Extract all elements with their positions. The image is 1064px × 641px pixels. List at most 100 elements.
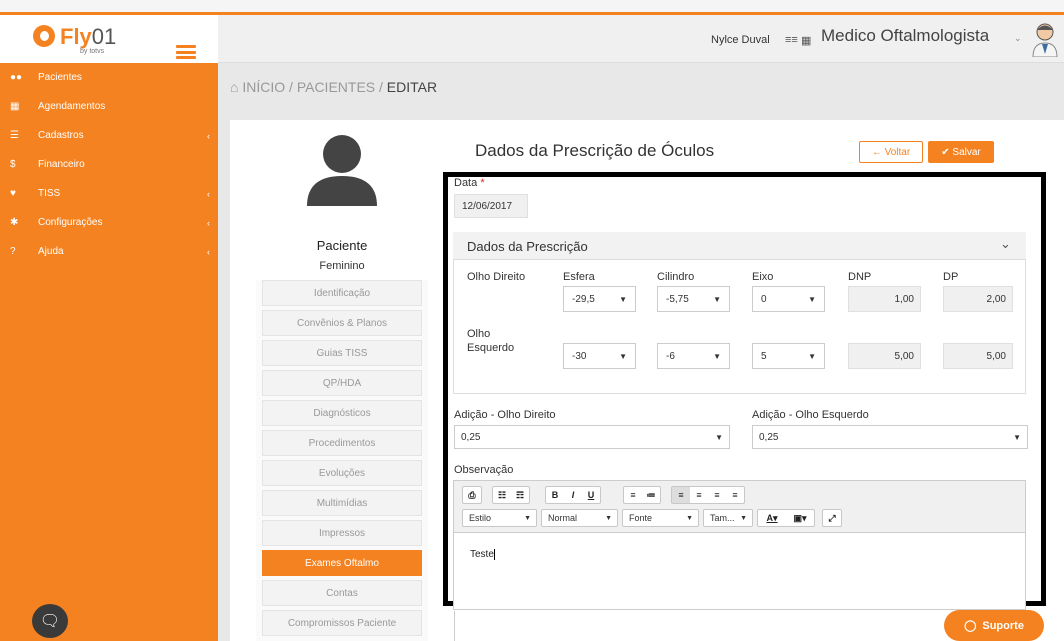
sidebar-item-label: Configurações (38, 217, 103, 228)
sidebar-item-label: Agendamentos (38, 101, 106, 112)
sidebar-item-agendamentos[interactable]: ▦ Agendamentos (0, 92, 218, 121)
tab-contas[interactable]: Contas (262, 580, 422, 606)
od-esfera-select[interactable]: -29,5 ▼ (563, 286, 636, 312)
format-combo[interactable]: Normal ▼ (541, 509, 618, 527)
logo-text: Fly01 (60, 24, 117, 49)
maximize-icon[interactable]: ⤢ (823, 510, 841, 526)
paste-text-icon[interactable]: ☶ (511, 487, 529, 503)
oe-cilindro-select[interactable]: -6 ▼ (657, 343, 730, 369)
style-combo[interactable]: Estilo ▼ (462, 509, 537, 527)
role-selector[interactable]: Medico Oftalmologista (821, 26, 989, 46)
check-icon: ✔ (941, 146, 953, 158)
font-combo[interactable]: Fonte ▼ (622, 509, 699, 527)
tab-impressos[interactable]: Impressos (262, 520, 422, 546)
print-icon[interactable]: ⎙ (463, 487, 481, 503)
grid-view-icon[interactable]: ▦ (801, 34, 811, 47)
dollar-icon: $ (10, 159, 16, 170)
bg-color-icon[interactable]: ▣▾ (786, 510, 814, 526)
chat-icon[interactable]: 🗨 (32, 604, 68, 638)
bullet-list-icon[interactable]: ≔ (642, 487, 660, 503)
col-eixo: Eixo (752, 271, 774, 283)
breadcrumb-home[interactable]: INÍCIO (242, 79, 285, 95)
paste-group: ☷ ☶ (492, 486, 530, 504)
adicao-od-select[interactable]: 0,25 ▼ (454, 425, 730, 449)
breadcrumb-current: EDITAR (386, 79, 438, 95)
form-title: Dados da Prescrição de Óculos (475, 141, 715, 160)
paste-icon[interactable]: ☷ (493, 487, 511, 503)
date-field[interactable]: 12/06/2017 (454, 194, 528, 218)
sidebar-item-configuracoes[interactable]: ✱ Configurações ‹ (0, 208, 218, 237)
oe-dnp-field[interactable]: 5,00 (848, 343, 921, 369)
od-dp-field[interactable]: 2,00 (943, 286, 1013, 312)
sidebar-item-financeiro[interactable]: $ Financeiro (0, 150, 218, 179)
od-eixo-select[interactable]: 0 ▼ (752, 286, 825, 312)
editor-content[interactable]: Teste (470, 549, 495, 560)
bold-icon[interactable]: B (546, 487, 564, 503)
breadcrumb-pacientes[interactable]: PACIENTES (297, 79, 375, 95)
doctor-avatar-icon[interactable] (1030, 21, 1060, 57)
logo-subtitle: by totvs (80, 48, 105, 55)
oe-eixo-select[interactable]: 5 ▼ (752, 343, 825, 369)
col-cilindro: Cilindro (657, 271, 695, 283)
logo-area: Fly01 by totvs (0, 15, 218, 63)
adicao-oe-select[interactable]: 0,25 ▼ (752, 425, 1028, 449)
oe-esfera-select[interactable]: -30 ▼ (563, 343, 636, 369)
sidebar-item-label: Cadastros (38, 130, 84, 141)
prescription-section-title: Dados da Prescrição (467, 239, 588, 254)
od-dnp-field[interactable]: 1,00 (848, 286, 921, 312)
sidebar: ●● Pacientes ▦ Agendamentos ☰ Cadastros ‹ $ F… (0, 63, 218, 641)
question-icon: ? (10, 246, 16, 257)
back-button[interactable]: ← Voltar (859, 141, 923, 163)
home-icon[interactable]: ⌂ (230, 79, 238, 95)
chevron-down-icon[interactable]: ⌄ (1014, 33, 1022, 44)
oe-dp-field[interactable]: 5,00 (943, 343, 1013, 369)
od-cilindro-select[interactable]: -5,75 ▼ (657, 286, 730, 312)
align-right-icon[interactable]: ≡ (708, 487, 726, 503)
gear-icon: ✱ (10, 217, 19, 228)
chevron-left-icon: ‹ (207, 130, 210, 141)
list-view-icon[interactable]: ≡≡ (785, 34, 798, 46)
italic-icon[interactable]: I (564, 487, 582, 503)
users-icon: ●● (10, 72, 23, 83)
tab-identificacao[interactable]: Identificação (262, 280, 422, 306)
sidebar-item-label: Ajuda (38, 246, 64, 257)
chevron-left-icon: ‹ (207, 217, 210, 228)
size-combo[interactable]: Tam... ▼ (703, 509, 753, 527)
sidebar-item-label: Pacientes (38, 72, 82, 83)
oe-label-1: Olho (467, 328, 491, 340)
tab-convenios[interactable]: Convênios & Planos (262, 310, 422, 336)
save-button[interactable]: ✔ Salvar (928, 141, 994, 163)
tab-guias-tiss[interactable]: Guias TISS (262, 340, 422, 366)
breadcrumb-separator: / (289, 79, 293, 95)
support-button[interactable]: ◯ Suporte (944, 610, 1044, 641)
align-left-icon[interactable]: ≡ (672, 487, 690, 503)
tab-multimidias[interactable]: Multimídias (262, 490, 422, 516)
observacao-label: Observação (454, 464, 514, 476)
chevron-down-icon[interactable]: ⌄ (1000, 236, 1011, 252)
sidebar-item-tiss[interactable]: ♥ TISS ‹ (0, 179, 218, 208)
tab-qp-hda[interactable]: QP/HDA (262, 370, 422, 396)
list-group: ≡ ≔ (623, 486, 661, 504)
menu-toggle-icon[interactable] (176, 45, 196, 59)
sidebar-item-cadastros[interactable]: ☰ Cadastros ‹ (0, 121, 218, 150)
patient-avatar-icon (307, 135, 377, 206)
align-justify-icon[interactable]: ≡ (726, 487, 744, 503)
tab-procedimentos[interactable]: Procedimentos (262, 430, 422, 456)
numbered-list-icon[interactable]: ≡ (624, 487, 642, 503)
underline-icon[interactable]: U (582, 487, 600, 503)
od-label: Olho Direito (467, 271, 526, 283)
tab-compromissos[interactable]: Compromissos Paciente (262, 610, 422, 636)
sidebar-item-ajuda[interactable]: ? Ajuda ‹ (0, 237, 218, 266)
align-center-icon[interactable]: ≡ (690, 487, 708, 503)
tab-evolucoes[interactable]: Evoluções (262, 460, 422, 486)
chevron-left-icon: ‹ (207, 188, 210, 199)
sidebar-item-pacientes[interactable]: ●● Pacientes (0, 63, 218, 92)
tab-diagnosticos[interactable]: Diagnósticos (262, 400, 422, 426)
text-color-icon[interactable]: A▾ (758, 510, 786, 526)
oe-label-2: Esquerdo (467, 342, 515, 354)
list-icon: ☰ (10, 130, 19, 141)
tab-exames-oftalmo[interactable]: Exames Oftalmo (262, 550, 422, 576)
save-label: Salvar (952, 146, 981, 158)
breadcrumb-separator: / (379, 79, 383, 95)
user-name[interactable]: Nylce Duval (711, 34, 770, 46)
